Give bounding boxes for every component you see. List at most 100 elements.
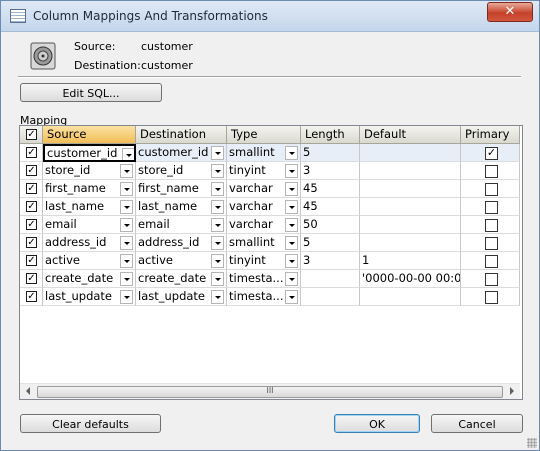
default-cell[interactable]: 1 <box>360 252 461 270</box>
chevron-down-icon[interactable] <box>120 182 133 196</box>
chevron-down-icon[interactable] <box>120 236 133 250</box>
mapping-grid[interactable]: ✓ Source Destination Type Length Default… <box>19 125 523 400</box>
primary-key-checkbox[interactable] <box>485 219 498 232</box>
cancel-button[interactable]: Cancel <box>431 414 523 433</box>
table-row[interactable]: ✓ last_update last_update timesta... <box>20 288 520 306</box>
resize-grip-icon[interactable] <box>527 438 537 448</box>
chevron-down-icon[interactable] <box>211 146 224 160</box>
row-include-checkbox[interactable]: ✓ <box>26 165 37 176</box>
chevron-down-icon[interactable] <box>120 290 133 304</box>
primary-key-cell[interactable] <box>461 198 520 216</box>
table-row[interactable]: ✓ create_date create_date timesta... '0000-0… <box>20 270 520 288</box>
type-cell[interactable]: tinyint <box>227 252 301 270</box>
row-include-checkbox[interactable]: ✓ <box>26 273 37 284</box>
row-select-cell[interactable]: ✓ <box>20 162 43 180</box>
row-include-checkbox[interactable]: ✓ <box>26 291 37 302</box>
row-include-checkbox[interactable]: ✓ <box>26 201 37 212</box>
chevron-down-icon[interactable] <box>285 164 298 178</box>
row-include-checkbox[interactable]: ✓ <box>26 255 37 266</box>
chevron-down-icon[interactable] <box>211 218 224 232</box>
header-select-all[interactable]: ✓ <box>20 126 43 144</box>
primary-key-checkbox[interactable] <box>485 165 498 178</box>
destination-cell[interactable]: create_date <box>136 270 227 288</box>
default-cell[interactable] <box>360 144 461 162</box>
destination-cell[interactable]: last_update <box>136 288 227 306</box>
chevron-down-icon[interactable] <box>211 254 224 268</box>
primary-key-cell[interactable] <box>461 252 520 270</box>
row-include-checkbox[interactable]: ✓ <box>26 183 37 194</box>
primary-key-cell[interactable] <box>461 288 520 306</box>
chevron-down-icon[interactable] <box>285 236 298 250</box>
chevron-down-icon[interactable] <box>285 200 298 214</box>
row-select-cell[interactable]: ✓ <box>20 252 43 270</box>
header-source[interactable]: Source <box>43 126 136 144</box>
row-select-cell[interactable]: ✓ <box>20 144 43 162</box>
destination-cell[interactable]: email <box>136 216 227 234</box>
chevron-down-icon[interactable] <box>211 290 224 304</box>
chevron-down-icon[interactable] <box>285 146 298 160</box>
chevron-down-icon[interactable] <box>211 200 224 214</box>
chevron-down-icon[interactable] <box>120 254 133 268</box>
row-select-cell[interactable]: ✓ <box>20 180 43 198</box>
length-cell[interactable]: 50 <box>301 216 360 234</box>
row-select-cell[interactable]: ✓ <box>20 270 43 288</box>
length-cell[interactable]: 3 <box>301 252 360 270</box>
default-cell[interactable] <box>360 234 461 252</box>
primary-key-cell[interactable] <box>461 234 520 252</box>
type-cell[interactable]: timesta... <box>227 288 301 306</box>
table-row[interactable]: ✓ last_name last_name varchar 45 <box>20 198 520 216</box>
title-bar[interactable]: Column Mappings And Transformations ✕ <box>1 1 539 32</box>
length-cell[interactable]: 3 <box>301 162 360 180</box>
close-button[interactable]: ✕ <box>487 2 533 22</box>
chevron-down-icon[interactable] <box>285 218 298 232</box>
table-row[interactable]: ✓ address_id address_id smallint 5 <box>20 234 520 252</box>
primary-key-cell[interactable] <box>461 180 520 198</box>
source-cell[interactable]: address_id <box>43 234 136 252</box>
primary-key-cell[interactable]: ✓ <box>461 144 520 162</box>
primary-key-checkbox[interactable] <box>485 255 498 268</box>
chevron-down-icon[interactable] <box>285 272 298 286</box>
chevron-down-icon[interactable] <box>285 182 298 196</box>
primary-key-checkbox[interactable] <box>485 183 498 196</box>
primary-key-cell[interactable] <box>461 162 520 180</box>
table-row[interactable]: ✓ first_name first_name varchar 45 <box>20 180 520 198</box>
source-cell[interactable]: last_name <box>43 198 136 216</box>
chevron-down-icon[interactable] <box>211 164 224 178</box>
primary-key-checkbox[interactable]: ✓ <box>485 147 498 160</box>
chevron-down-icon[interactable] <box>120 272 133 286</box>
chevron-down-icon[interactable] <box>211 272 224 286</box>
chevron-down-icon[interactable] <box>120 218 133 232</box>
header-length[interactable]: Length <box>301 126 360 144</box>
primary-key-checkbox[interactable] <box>485 273 498 286</box>
horizontal-scrollbar[interactable]: III <box>20 383 520 399</box>
destination-cell[interactable]: active <box>136 252 227 270</box>
type-cell[interactable]: smallint <box>227 144 301 162</box>
primary-key-checkbox[interactable] <box>485 237 498 250</box>
type-cell[interactable]: tinyint <box>227 162 301 180</box>
primary-key-cell[interactable] <box>461 216 520 234</box>
table-row[interactable]: ✓ customer_id customer_id smallint 5 ✓ <box>20 144 520 162</box>
select-all-checkbox[interactable]: ✓ <box>26 129 37 140</box>
header-destination[interactable]: Destination <box>136 126 227 144</box>
destination-cell[interactable]: address_id <box>136 234 227 252</box>
source-cell[interactable]: email <box>43 216 136 234</box>
chevron-down-icon[interactable] <box>285 254 298 268</box>
table-row[interactable]: ✓ email email varchar 50 <box>20 216 520 234</box>
type-cell[interactable]: varchar <box>227 198 301 216</box>
edit-sql-button[interactable]: Edit SQL... <box>20 83 162 102</box>
destination-cell[interactable]: last_name <box>136 198 227 216</box>
source-cell[interactable]: create_date <box>43 270 136 288</box>
row-include-checkbox[interactable]: ✓ <box>26 237 37 248</box>
length-cell[interactable]: 5 <box>301 144 360 162</box>
chevron-down-icon[interactable] <box>211 182 224 196</box>
header-type[interactable]: Type <box>227 126 301 144</box>
default-cell[interactable] <box>360 198 461 216</box>
source-cell[interactable]: store_id <box>43 162 136 180</box>
primary-key-checkbox[interactable] <box>485 291 498 304</box>
length-cell[interactable]: 45 <box>301 198 360 216</box>
row-select-cell[interactable]: ✓ <box>20 198 43 216</box>
source-cell[interactable]: customer_id <box>43 144 136 162</box>
length-cell[interactable]: 5 <box>301 234 360 252</box>
scroll-right-icon[interactable] <box>510 387 514 395</box>
source-cell[interactable]: first_name <box>43 180 136 198</box>
